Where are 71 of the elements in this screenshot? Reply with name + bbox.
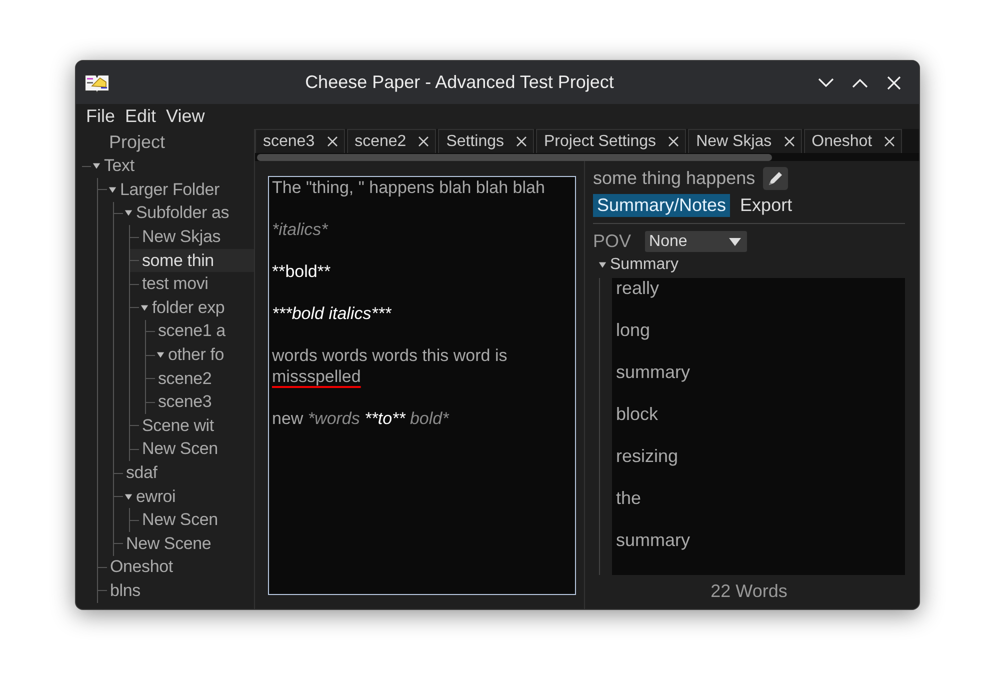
expanded-arrow-icon[interactable]: [92, 162, 101, 170]
pov-label: POV: [593, 231, 632, 252]
close-icon[interactable]: [326, 136, 338, 147]
tree-item[interactable]: folder exp: [130, 296, 254, 320]
expanded-arrow-icon[interactable]: [124, 209, 133, 218]
tree-item[interactable]: Oneshot: [98, 556, 254, 580]
summary-line: the: [616, 488, 642, 509]
editor-paragraph: *italics*: [272, 219, 330, 240]
close-icon[interactable]: [516, 136, 527, 147]
summary-field[interactable]: really long summary block resizing the summary: [612, 278, 905, 575]
expanded-arrow-icon[interactable]: [156, 351, 165, 360]
close-icon[interactable]: [668, 136, 680, 147]
summary-line: long: [616, 320, 652, 341]
summary-line: block: [616, 404, 660, 425]
expanded-arrow-icon[interactable]: [108, 186, 117, 194]
document-tab[interactable]: Settings: [438, 129, 534, 153]
tree-item[interactable]: some thin: [130, 248, 254, 272]
close-icon: [887, 76, 901, 90]
tree-item[interactable]: scene2: [146, 366, 254, 390]
scroll-bar[interactable]: [255, 153, 919, 161]
summary-line: summary: [616, 362, 692, 383]
chevron-down-icon: [818, 78, 834, 88]
expanded-arrow-icon[interactable]: [124, 492, 133, 501]
editor-paragraph: **bold**: [272, 261, 332, 282]
tree-item[interactable]: other fo: [146, 343, 254, 367]
chevron-up-icon: [852, 78, 868, 88]
tree-item[interactable]: Subfolder as: [114, 202, 254, 226]
editor-paragraph: The "thing, " happens blah blah blah: [272, 177, 546, 198]
tree-item[interactable]: blns: [98, 579, 254, 603]
document-tab[interactable]: scene3: [255, 129, 345, 153]
tree-item[interactable]: Text: [82, 154, 254, 178]
close-icon[interactable]: [418, 136, 430, 147]
pov-dropdown[interactable]: None: [645, 231, 748, 252]
text-editor[interactable]: The "thing, " happens blah blah blah *italics* **bold** ***bold italics*** words words words this word is missspelled new *words **to** bold*: [268, 176, 576, 595]
document-tab[interactable]: Oneshot: [804, 129, 902, 153]
tree-item[interactable]: sdaf: [114, 461, 254, 485]
menu-item[interactable]: Edit: [125, 106, 156, 127]
close-icon[interactable]: [784, 136, 795, 147]
tree-item[interactable]: Larger Folder: [98, 178, 254, 202]
tree-item[interactable]: test movi: [130, 272, 254, 296]
cheese-book-icon: [84, 72, 110, 94]
scene-title: some thing happens: [593, 168, 756, 189]
tree-item[interactable]: scene3: [146, 390, 254, 414]
editor-paragraph: new *words **to** bold*: [272, 408, 450, 429]
document-tab[interactable]: New Skjas: [688, 129, 802, 153]
panel-tab[interactable]: Export: [736, 194, 796, 217]
menu-item[interactable]: File: [86, 106, 116, 127]
tree-item[interactable]: New Scene: [114, 532, 254, 556]
editor-paragraph: words words words this word is missspelled: [272, 345, 508, 387]
tree-heading: Project: [108, 131, 166, 154]
editor-paragraph: ***bold italics***: [272, 303, 392, 324]
expanded-arrow-icon[interactable]: [140, 304, 149, 312]
close-icon[interactable]: [884, 136, 896, 147]
summary-section-toggle[interactable]: Summary: [593, 256, 905, 274]
document-tab[interactable]: scene2: [346, 129, 436, 153]
tree-item[interactable]: Scene wit: [130, 414, 254, 438]
summary-line: summary: [616, 530, 692, 551]
menu-item[interactable]: View: [166, 106, 205, 127]
pen-icon[interactable]: [763, 167, 788, 190]
tree-item[interactable]: New Scen: [130, 508, 254, 532]
tree-item[interactable]: ewroi: [114, 484, 254, 508]
tree-item[interactable]: New Skjas: [130, 225, 254, 249]
summary-line: resizing: [616, 446, 680, 467]
panel-tab[interactable]: Summary/Notes: [593, 194, 730, 217]
word-count: 22 Words: [710, 580, 788, 603]
window-title: Cheese Paper - Advanced Test Project: [304, 72, 615, 93]
document-tab[interactable]: Project Settings: [536, 129, 686, 153]
dropdown-arrow-icon: [729, 238, 742, 246]
summary-line: really: [616, 278, 660, 299]
tree-item[interactable]: New Scen: [130, 438, 254, 462]
tree-item[interactable]: scene1 a: [146, 320, 254, 344]
